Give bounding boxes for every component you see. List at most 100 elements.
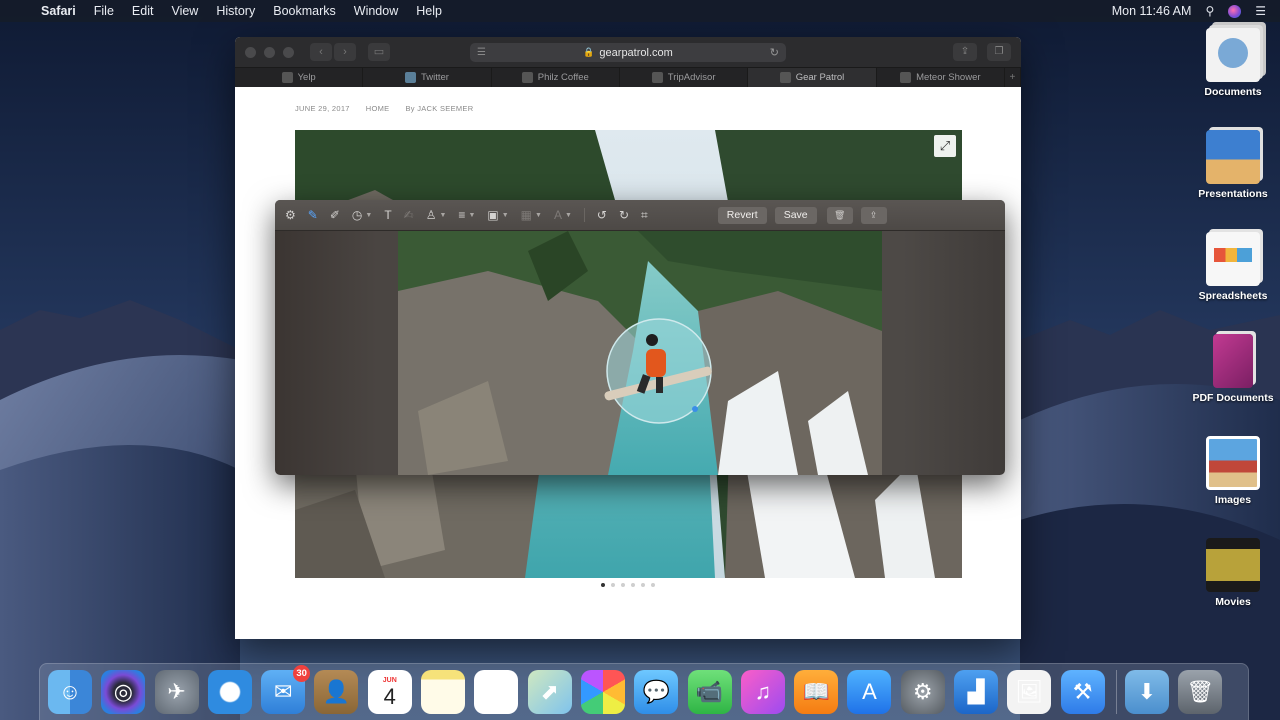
favorite-meteor-shower[interactable]: Meteor Shower	[877, 68, 1005, 87]
app-store-icon[interactable]: A	[847, 670, 892, 714]
desktop-stack-label: Documents	[1204, 86, 1262, 98]
shapes-icon[interactable]: ◷ ▼	[352, 205, 372, 225]
desktop-stack-movies[interactable]: Movies	[1188, 538, 1278, 608]
menu-app-name[interactable]: Safari	[32, 4, 85, 18]
maps-icon[interactable]: ⬈	[527, 670, 572, 714]
new-tab-icon[interactable]: +	[1005, 68, 1021, 87]
launchpad-icon[interactable]: ✈	[154, 670, 199, 714]
toolbar-divider	[583, 208, 585, 222]
messages-icon[interactable]: 💬	[634, 670, 679, 714]
favorite-tripadvisor[interactable]: TripAdvisor	[620, 68, 749, 87]
contacts-icon[interactable]: 👤	[314, 670, 359, 714]
desktop-stack-presentations[interactable]: Presentations	[1188, 130, 1278, 200]
share-icon[interactable]: ⇪	[953, 43, 977, 61]
carousel-dot[interactable]	[621, 583, 625, 587]
favorite-gear-patrol[interactable]: Gear Patrol	[748, 68, 877, 87]
sketch-pen-icon[interactable]: ✎	[308, 205, 318, 225]
settings-gear-icon[interactable]: ⚙	[285, 205, 296, 225]
menu-help[interactable]: Help	[407, 4, 451, 18]
text-style-icon[interactable]: A ▼	[554, 205, 572, 225]
carousel-dot[interactable]	[651, 583, 655, 587]
text-tool-icon[interactable]: T	[384, 205, 391, 225]
trash-icon[interactable]: 🗑	[1178, 670, 1223, 714]
siri-icon[interactable]	[1228, 4, 1242, 18]
photos-icon[interactable]	[580, 670, 625, 714]
xcode-icon[interactable]: ⚒	[1060, 670, 1105, 714]
forward-button[interactable]: ›	[334, 43, 356, 61]
revert-button[interactable]: Revert	[717, 206, 767, 224]
favorite-label: Meteor Shower	[916, 72, 981, 83]
reload-icon[interactable]: ↻	[770, 46, 779, 59]
favorite-label: Philz Coffee	[537, 72, 589, 83]
back-button[interactable]: ‹	[310, 43, 332, 61]
spotlight-search-icon[interactable]: ⚲	[1205, 4, 1214, 18]
close-window-button[interactable]	[245, 46, 256, 58]
desktop-stack-label: Spreadsheets	[1198, 290, 1268, 302]
preview-icon[interactable]: 🖼	[1007, 670, 1052, 714]
gear-patrol-favicon-icon	[779, 72, 791, 83]
yelp-favicon-icon	[281, 72, 293, 83]
zoom-window-button[interactable]	[283, 46, 294, 58]
border-color-icon[interactable]: ▣ ▼	[487, 205, 508, 225]
address-bar[interactable]: ☰ 🔒 gearpatrol.com ↻	[470, 43, 786, 62]
carousel-dot[interactable]	[631, 583, 635, 587]
facetime-icon[interactable]: 📹	[687, 670, 732, 714]
desktop-stack-images[interactable]: Images	[1188, 436, 1278, 506]
carousel-pager	[235, 583, 1021, 587]
menu-view[interactable]: View	[162, 4, 207, 18]
itunes-icon[interactable]: ♫	[740, 670, 785, 714]
safari-icon[interactable]: ✧	[207, 670, 252, 714]
favorite-twitter[interactable]: Twitter	[363, 68, 492, 87]
notification-center-icon[interactable]: ☰	[1255, 4, 1266, 18]
expand-image-icon[interactable]: ⤢	[934, 135, 956, 157]
downloads-folder-icon[interactable]: ⬇	[1124, 670, 1169, 714]
desktop-stack-documents[interactable]: Documents	[1188, 28, 1278, 98]
fill-color-icon[interactable]: ▦ ▼	[521, 205, 542, 225]
desktop-stack-spreadsheets[interactable]: Spreadsheets	[1188, 232, 1278, 302]
notes-icon[interactable]	[421, 670, 466, 714]
rotate-left-icon[interactable]: ↺	[597, 205, 607, 225]
finder-icon[interactable]: ☺	[48, 670, 92, 714]
menu-history[interactable]: History	[207, 4, 264, 18]
save-button[interactable]: Save	[774, 206, 817, 224]
meteor-shower-favicon-icon	[900, 72, 912, 83]
markup-image-canvas[interactable]	[398, 231, 882, 475]
movies-stack-icon	[1206, 538, 1260, 592]
menu-bookmarks[interactable]: Bookmarks	[264, 4, 345, 18]
minimize-window-button[interactable]	[264, 46, 275, 58]
share-icon[interactable]: ⇪	[860, 206, 887, 224]
article-author[interactable]: By JACK SEEMER	[405, 104, 473, 113]
favorites-bar: Yelp Twitter Philz Coffee TripAdvisor Ge…	[235, 67, 1021, 87]
draw-pen-icon[interactable]: ✐	[330, 205, 340, 225]
system-preferences-icon[interactable]: ⚙	[900, 670, 945, 714]
books-icon[interactable]: 📖	[794, 670, 839, 714]
article-section-link[interactable]: HOME	[366, 104, 390, 113]
crop-icon[interactable]: ⌗	[641, 205, 648, 225]
sidebar-toggle-icon[interactable]: ▭	[368, 43, 390, 61]
line-style-icon[interactable]: ≡ ▼	[458, 205, 475, 225]
reader-view-icon[interactable]: ☰	[477, 47, 486, 58]
favorite-yelp[interactable]: Yelp	[235, 68, 364, 87]
presentations-stack-icon	[1206, 130, 1260, 184]
rotate-right-icon[interactable]: ↻	[619, 205, 629, 225]
carousel-dot[interactable]	[641, 583, 645, 587]
desktop-stack-pdf[interactable]: PDF Documents	[1188, 334, 1278, 404]
reminders-icon[interactable]: ☰	[474, 670, 519, 714]
carousel-dot[interactable]	[611, 583, 615, 587]
desktop-stack-label: Presentations	[1198, 188, 1268, 200]
calendar-icon[interactable]: JUN 4	[367, 670, 412, 714]
siri-icon[interactable]: ◎	[101, 670, 146, 714]
trash-icon[interactable]: 🗑	[826, 206, 853, 224]
sign-menu-icon[interactable]: ♙ ▼	[426, 205, 447, 225]
favorite-philz-coffee[interactable]: Philz Coffee	[492, 68, 620, 87]
menu-window[interactable]: Window	[345, 4, 407, 18]
sign-icon[interactable]: ✍	[404, 205, 414, 225]
tab-overview-icon[interactable]: ❐	[987, 43, 1011, 61]
menu-file[interactable]: File	[85, 4, 123, 18]
menu-edit[interactable]: Edit	[123, 4, 163, 18]
mail-icon[interactable]: ✉ 30	[261, 665, 311, 714]
menubar-clock[interactable]: Mon 11:46 AM	[1112, 4, 1192, 18]
carousel-dot[interactable]	[601, 583, 605, 587]
keynote-icon[interactable]: ▟	[954, 670, 999, 714]
pdf-stack-icon	[1213, 334, 1253, 388]
